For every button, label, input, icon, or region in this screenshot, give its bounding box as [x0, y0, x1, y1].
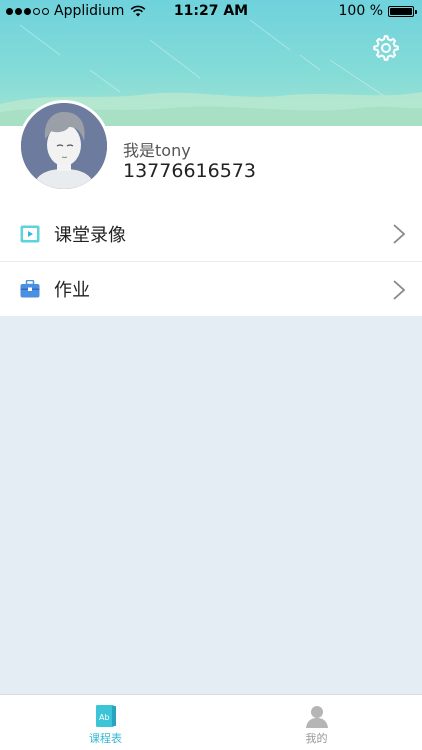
battery-icon — [388, 5, 417, 17]
tab-mine-label: 我的 — [305, 732, 328, 745]
profile-phone: 13776616573 — [123, 160, 256, 182]
video-icon — [20, 225, 40, 242]
battery-percent: 100 % — [338, 3, 383, 19]
status-bar: Applidium 11:27 AM 100 % — [0, 0, 422, 22]
tab-schedule[interactable]: Ab 课程表 — [0, 695, 211, 750]
tab-bar: Ab 课程表 我的 — [0, 694, 422, 750]
profile-username: 我是tony — [123, 141, 191, 160]
chevron-right-icon — [393, 224, 406, 244]
chevron-right-icon — [393, 280, 406, 300]
briefcase-icon — [20, 280, 40, 298]
settings-gear-icon[interactable] — [372, 34, 400, 62]
menu-item-label: 作业 — [54, 280, 90, 301]
avatar[interactable] — [18, 100, 110, 192]
person-icon — [305, 706, 328, 728]
menu-item-label: 课堂录像 — [54, 224, 126, 246]
menu-item-homework[interactable]: 作业 — [0, 261, 422, 316]
menu-list: 课堂录像 作业 — [0, 206, 422, 316]
avatar-illustration — [21, 103, 107, 189]
tab-schedule-label: 课程表 — [89, 732, 122, 745]
tab-mine[interactable]: 我的 — [211, 695, 422, 750]
book-icon: Ab — [95, 705, 116, 727]
svg-text:Ab: Ab — [99, 713, 110, 722]
menu-item-class-videos[interactable]: 课堂录像 — [0, 206, 422, 261]
